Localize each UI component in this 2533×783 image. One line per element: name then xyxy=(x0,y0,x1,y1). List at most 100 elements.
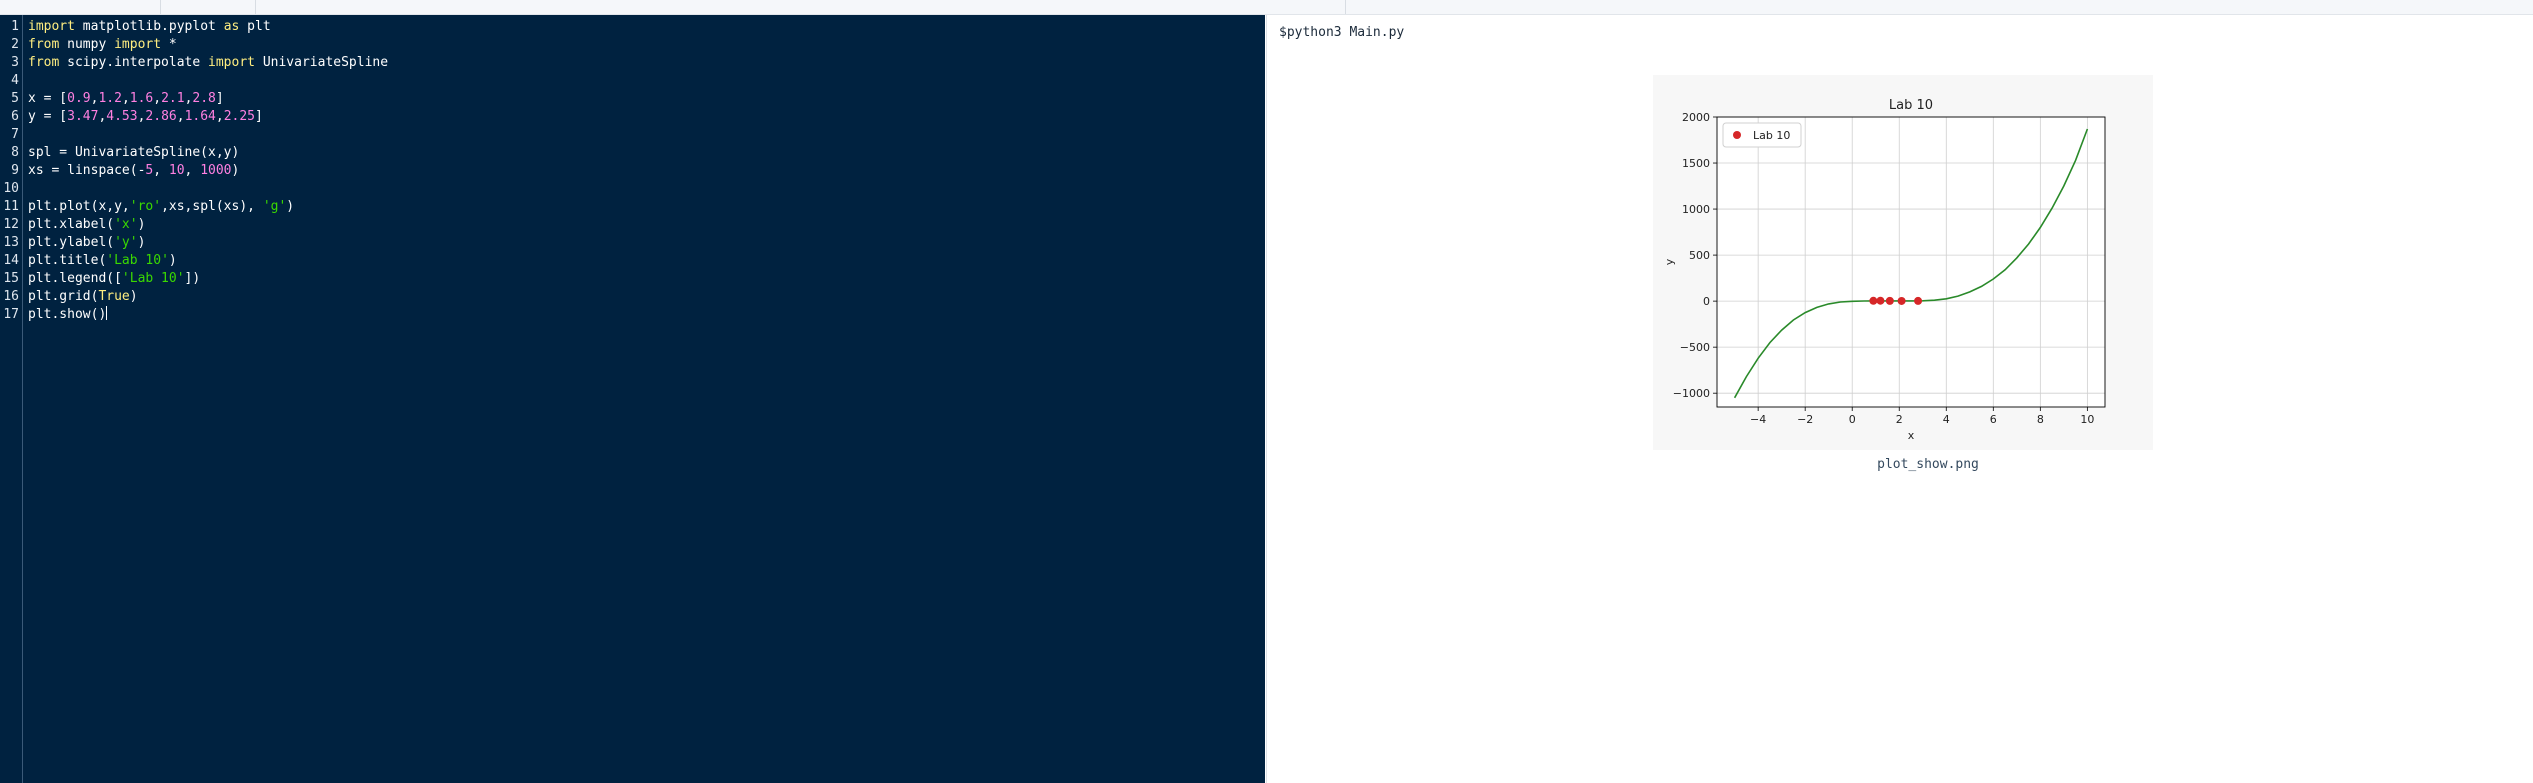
line-number: 3 xyxy=(11,55,19,70)
code-token: 4.53 xyxy=(106,109,138,124)
code-token: * xyxy=(161,37,177,52)
code-token: 'g' xyxy=(262,199,287,214)
line-number-gutter: 1 2 3 4 5 6 7 8 9 10 11 12 13 14 15 16 17 xyxy=(0,15,23,783)
data-point xyxy=(1885,296,1894,305)
data-point xyxy=(1869,296,1878,305)
line-number: 1 xyxy=(11,19,19,34)
code-line[interactable]: plt.plot(x,y,'ro',xs,spl(xs), 'g') xyxy=(28,198,294,216)
code-token: 0.9 xyxy=(67,91,91,106)
code-line[interactable]: import matplotlib.pyplot as plt xyxy=(28,18,271,36)
line-number: 13 xyxy=(3,235,19,250)
y-tick-label: 1500 xyxy=(1682,157,1710,170)
line-number: 10 xyxy=(3,181,19,196)
code-line[interactable]: plt.ylabel('y') xyxy=(28,234,145,252)
line-number: 6 xyxy=(11,109,19,124)
line-number: 12 xyxy=(3,217,19,232)
code-token: ]) xyxy=(184,271,201,286)
y-tick-label: −500 xyxy=(1680,341,1710,354)
plot-image: −4 −2 0 2 4 6 8 10 −1000 −500 0 500 1000 1500 2000 Lab … xyxy=(1653,75,2153,450)
data-point xyxy=(1876,296,1885,305)
code-line[interactable]: plt.legend(['Lab 10']) xyxy=(28,270,200,288)
x-tick-label: 0 xyxy=(1849,413,1856,426)
code-token: ] xyxy=(215,91,224,106)
code-line[interactable]: spl = UnivariateSpline(x,y) xyxy=(28,144,239,162)
tab-left-2[interactable] xyxy=(160,0,256,14)
code-token: ) xyxy=(168,253,177,268)
code-line[interactable]: from scipy.interpolate import Univariate… xyxy=(28,54,388,72)
code-token: ] xyxy=(255,109,263,124)
text-cursor xyxy=(106,306,108,320)
code-token: , xyxy=(215,109,224,124)
code-token: plt.title( xyxy=(28,253,107,268)
code-token: plt xyxy=(239,19,271,34)
code-line[interactable]: xs = linspace(-5, 10, 1000) xyxy=(28,162,239,180)
code-token: 2.8 xyxy=(192,91,216,106)
y-axis-label: y xyxy=(1663,258,1676,265)
code-line[interactable]: plt.grid(True) xyxy=(28,288,138,306)
code-token: as xyxy=(223,19,240,34)
code-token: ,xs,spl(xs), xyxy=(161,199,263,214)
code-line[interactable]: plt.show() xyxy=(28,306,108,324)
output-panel: $python3 Main.py −4 −2 0 2 4 6 8 10 −1000 −500 0 50… xyxy=(1266,15,2533,783)
code-line[interactable]: y = [3.47,4.53,2.86,1.64,2.25] xyxy=(28,108,263,126)
code-token: 10 xyxy=(168,163,185,178)
code-token: UnivariateSpline xyxy=(255,55,389,70)
code-token: plt.ylabel( xyxy=(28,235,115,250)
code-token: scipy.interpolate xyxy=(59,55,209,70)
code-token: 2.86 xyxy=(145,109,177,124)
line-number: 17 xyxy=(3,307,19,322)
line-number: 2 xyxy=(11,37,19,52)
code-token: plt.legend([ xyxy=(28,271,122,286)
x-tick-label: 10 xyxy=(2080,413,2094,426)
run-command: $python3 Main.py xyxy=(1279,25,1405,40)
data-point xyxy=(1914,296,1923,305)
code-token: 2.1 xyxy=(161,91,185,106)
code-token: import xyxy=(208,55,255,70)
code-token: 1.2 xyxy=(98,91,122,106)
code-token: 3.47 xyxy=(67,109,99,124)
x-axis-label: x xyxy=(1908,429,1915,442)
x-tick-label: 4 xyxy=(1943,413,1950,426)
code-token: True xyxy=(98,289,130,304)
line-number: 7 xyxy=(11,127,19,142)
code-token: plt.plot(x,y, xyxy=(28,199,130,214)
code-token: y = [ xyxy=(28,109,68,124)
line-number: 4 xyxy=(11,73,19,88)
x-tick-label: −2 xyxy=(1797,413,1813,426)
code-token: 'x' xyxy=(114,217,138,232)
code-token: 'Lab 10' xyxy=(106,253,169,268)
code-token: , xyxy=(153,163,169,178)
code-token: matplotlib.pyplot xyxy=(74,19,224,34)
x-tick-label: −4 xyxy=(1750,413,1766,426)
code-line[interactable]: plt.xlabel('x') xyxy=(28,216,145,234)
code-token: ) xyxy=(286,199,295,214)
code-token: , xyxy=(176,109,185,124)
code-token: plt.xlabel( xyxy=(28,217,115,232)
code-token: import xyxy=(114,37,162,52)
code-token: ) xyxy=(137,217,146,232)
legend-marker xyxy=(1733,131,1741,139)
tab-right-1[interactable] xyxy=(1265,0,1346,14)
code-token: , xyxy=(153,91,162,106)
image-caption: plot_show.png xyxy=(1877,457,1979,472)
legend-label: Lab 10 xyxy=(1753,129,1790,142)
tab-left-1[interactable] xyxy=(0,0,161,14)
code-token: 1.6 xyxy=(129,91,154,106)
plot-area xyxy=(1717,117,2105,407)
code-token: spl = UnivariateSpline(x,y) xyxy=(28,145,240,160)
chart-title: Lab 10 xyxy=(1889,98,1933,113)
code-line[interactable]: plt.title('Lab 10') xyxy=(28,252,177,270)
code-editor[interactable]: 1 2 3 4 5 6 7 8 9 10 11 12 13 14 15 16 17 import matplot… xyxy=(0,15,1265,783)
code-token: ) xyxy=(137,235,146,250)
code-line[interactable]: from numpy import * xyxy=(28,36,177,54)
code-token: ) xyxy=(129,289,138,304)
code-line[interactable]: x = [0.9,1.2,1.6,2.1,2.8] xyxy=(28,90,224,108)
code-token: import xyxy=(28,19,75,34)
code-token: from xyxy=(28,55,60,70)
code-token: 2.25 xyxy=(223,109,256,124)
code-token: from xyxy=(28,37,60,52)
code-token: plt.show() xyxy=(28,307,107,322)
code-token: 1.64 xyxy=(184,109,216,124)
code-token: xs = linspace(- xyxy=(28,163,146,178)
top-tab-bar xyxy=(0,0,2533,15)
